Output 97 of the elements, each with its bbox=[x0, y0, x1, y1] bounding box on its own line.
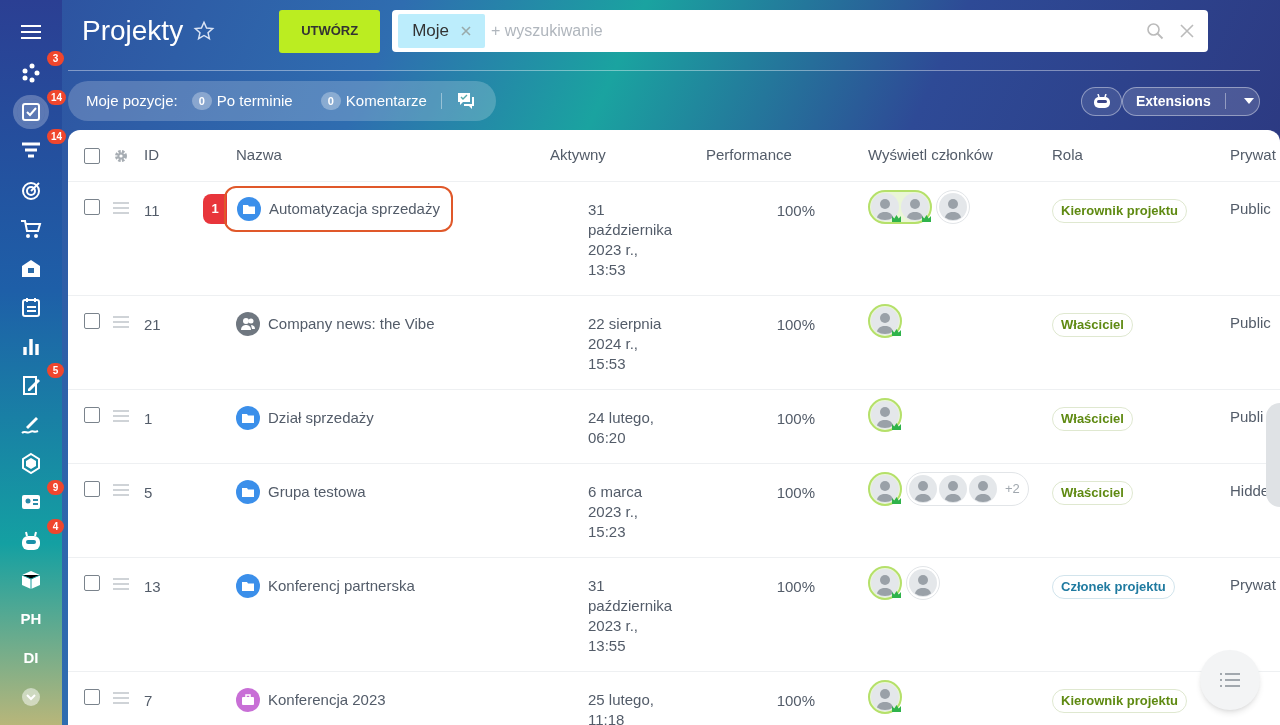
checkbox[interactable] bbox=[84, 199, 100, 215]
menu-icon[interactable] bbox=[21, 24, 41, 40]
drag-handle-icon[interactable] bbox=[113, 578, 129, 590]
performance-cell-text: 100% bbox=[775, 201, 815, 221]
count-badge: 0 bbox=[320, 92, 341, 110]
crown-icon bbox=[892, 329, 901, 336]
project-link[interactable]: Konferencja 2023 bbox=[236, 688, 386, 712]
folder-icon bbox=[236, 480, 260, 504]
checkbox[interactable] bbox=[84, 313, 100, 329]
checkbox[interactable] bbox=[84, 481, 100, 497]
crown-icon bbox=[892, 215, 901, 222]
drag-handle-icon[interactable] bbox=[113, 484, 129, 496]
privacy-cell-text: Public bbox=[1230, 199, 1271, 219]
filter-chip[interactable]: Moje bbox=[398, 14, 485, 48]
drag-handle-icon[interactable] bbox=[113, 316, 129, 328]
date-cell: 6 marca 2023 r., 15:23 bbox=[588, 482, 643, 542]
chevron-down-icon bbox=[21, 687, 41, 707]
column-header[interactable]: ID bbox=[144, 144, 236, 167]
count-badge: 14 bbox=[47, 90, 67, 105]
project-link[interactable]: Company news: the Vibe bbox=[236, 312, 435, 336]
folder-icon bbox=[236, 574, 260, 598]
id-cell-text: 21 bbox=[144, 315, 161, 335]
count-badge: 5 bbox=[47, 363, 64, 378]
calendar-icon bbox=[20, 296, 42, 318]
column-header[interactable]: Rola bbox=[1052, 144, 1230, 167]
target-icon bbox=[20, 179, 42, 201]
crown-icon bbox=[892, 497, 901, 504]
date-cell: 31 października 2023 r., 13:53 bbox=[588, 200, 673, 280]
crown-icon bbox=[892, 591, 901, 598]
id-cell-text: 13 bbox=[144, 577, 161, 597]
column-header[interactable]: Wyświetl członków bbox=[868, 144, 1052, 167]
column-header[interactable]: Nazwa bbox=[236, 144, 550, 167]
count-badge: 14 bbox=[47, 129, 67, 144]
crown-icon bbox=[922, 215, 931, 222]
count-badge: 9 bbox=[47, 480, 64, 495]
drag-handle-icon[interactable] bbox=[113, 692, 129, 704]
folder-icon bbox=[237, 197, 261, 221]
project-link[interactable]: Konferencj partnerska bbox=[236, 574, 415, 598]
robot-button[interactable] bbox=[1081, 86, 1122, 116]
count-badge: 0 bbox=[191, 92, 212, 110]
count-badge: 4 bbox=[47, 519, 64, 534]
folder-icon bbox=[236, 406, 260, 430]
id-cell-text: 1 bbox=[144, 409, 153, 429]
date-cell: 31 października 2023 r., 13:55 bbox=[588, 576, 673, 656]
project-link[interactable]: Automatyzacja sprzedaży bbox=[224, 186, 453, 232]
search-field[interactable]: Moje + wyszukiwanie bbox=[392, 10, 1209, 52]
hexagon-icon bbox=[20, 452, 42, 474]
create-button[interactable]: UTWÓRZ bbox=[279, 9, 381, 53]
counters-label: Moje pozycje: bbox=[86, 90, 178, 111]
extensions-button[interactable]: Extensions bbox=[1122, 86, 1260, 116]
performance-cell-text: 100% bbox=[775, 691, 815, 711]
privacy-cell-text: Public bbox=[1230, 313, 1271, 333]
count-badge: 3 bbox=[47, 51, 64, 66]
robot-icon bbox=[1092, 94, 1111, 108]
owners-group[interactable] bbox=[868, 190, 932, 224]
performance-cell-text: 100% bbox=[775, 577, 815, 597]
drag-handle-icon[interactable] bbox=[113, 202, 129, 214]
callout-badge: 1 bbox=[203, 194, 227, 224]
list-icon bbox=[1220, 672, 1240, 688]
cube-icon bbox=[20, 569, 42, 591]
privacy-cell-text: Prywat bbox=[1230, 575, 1276, 595]
checklist-icon bbox=[20, 101, 42, 123]
date-cell: 24 lutego, 06:20 bbox=[588, 408, 654, 448]
id-cell-text: 7 bbox=[144, 691, 153, 711]
checkbox[interactable] bbox=[84, 689, 100, 705]
performance-cell-text: 100% bbox=[775, 409, 815, 429]
star-icon[interactable] bbox=[193, 20, 216, 42]
column-header[interactable]: Aktywny bbox=[550, 144, 706, 167]
document-edit-icon bbox=[20, 374, 42, 396]
drag-handle-icon[interactable] bbox=[113, 410, 129, 422]
crown-icon bbox=[892, 423, 901, 430]
activity-icon bbox=[20, 62, 42, 84]
privacy-cell-text: Publi bbox=[1230, 407, 1264, 427]
checkbox[interactable] bbox=[84, 407, 100, 423]
project-link[interactable]: Dział sprzedaży bbox=[236, 406, 374, 430]
caret-icon bbox=[1243, 98, 1254, 104]
date-cell: 22 sierpnia 2024 r., 15:53 bbox=[588, 314, 662, 374]
building-icon bbox=[20, 257, 42, 279]
date-cell: 25 lutego, 11:18 bbox=[588, 690, 654, 725]
page-title: Projekty bbox=[82, 14, 184, 48]
id-cell-text: 11 bbox=[144, 201, 160, 221]
checkbox[interactable] bbox=[84, 575, 100, 591]
privacy-cell-text: Hidde bbox=[1230, 481, 1270, 501]
cart-icon bbox=[20, 218, 42, 240]
briefcase-icon bbox=[236, 688, 260, 712]
people-icon bbox=[236, 312, 260, 336]
performance-cell-text: 100% bbox=[775, 315, 815, 335]
checkbox[interactable] bbox=[84, 147, 100, 164]
performance-cell-text: 100% bbox=[775, 483, 815, 503]
project-link[interactable]: Grupa testowa bbox=[236, 480, 366, 504]
counter-link[interactable]: 0 Po terminie bbox=[191, 89, 293, 113]
robot-icon bbox=[20, 530, 42, 552]
column-header[interactable]: Performance bbox=[706, 144, 868, 167]
id-cell-text: 5 bbox=[144, 483, 153, 503]
chat-icon[interactable] bbox=[455, 92, 476, 110]
column-header[interactable]: Prywat bbox=[1230, 144, 1280, 167]
crown-icon bbox=[892, 705, 901, 712]
